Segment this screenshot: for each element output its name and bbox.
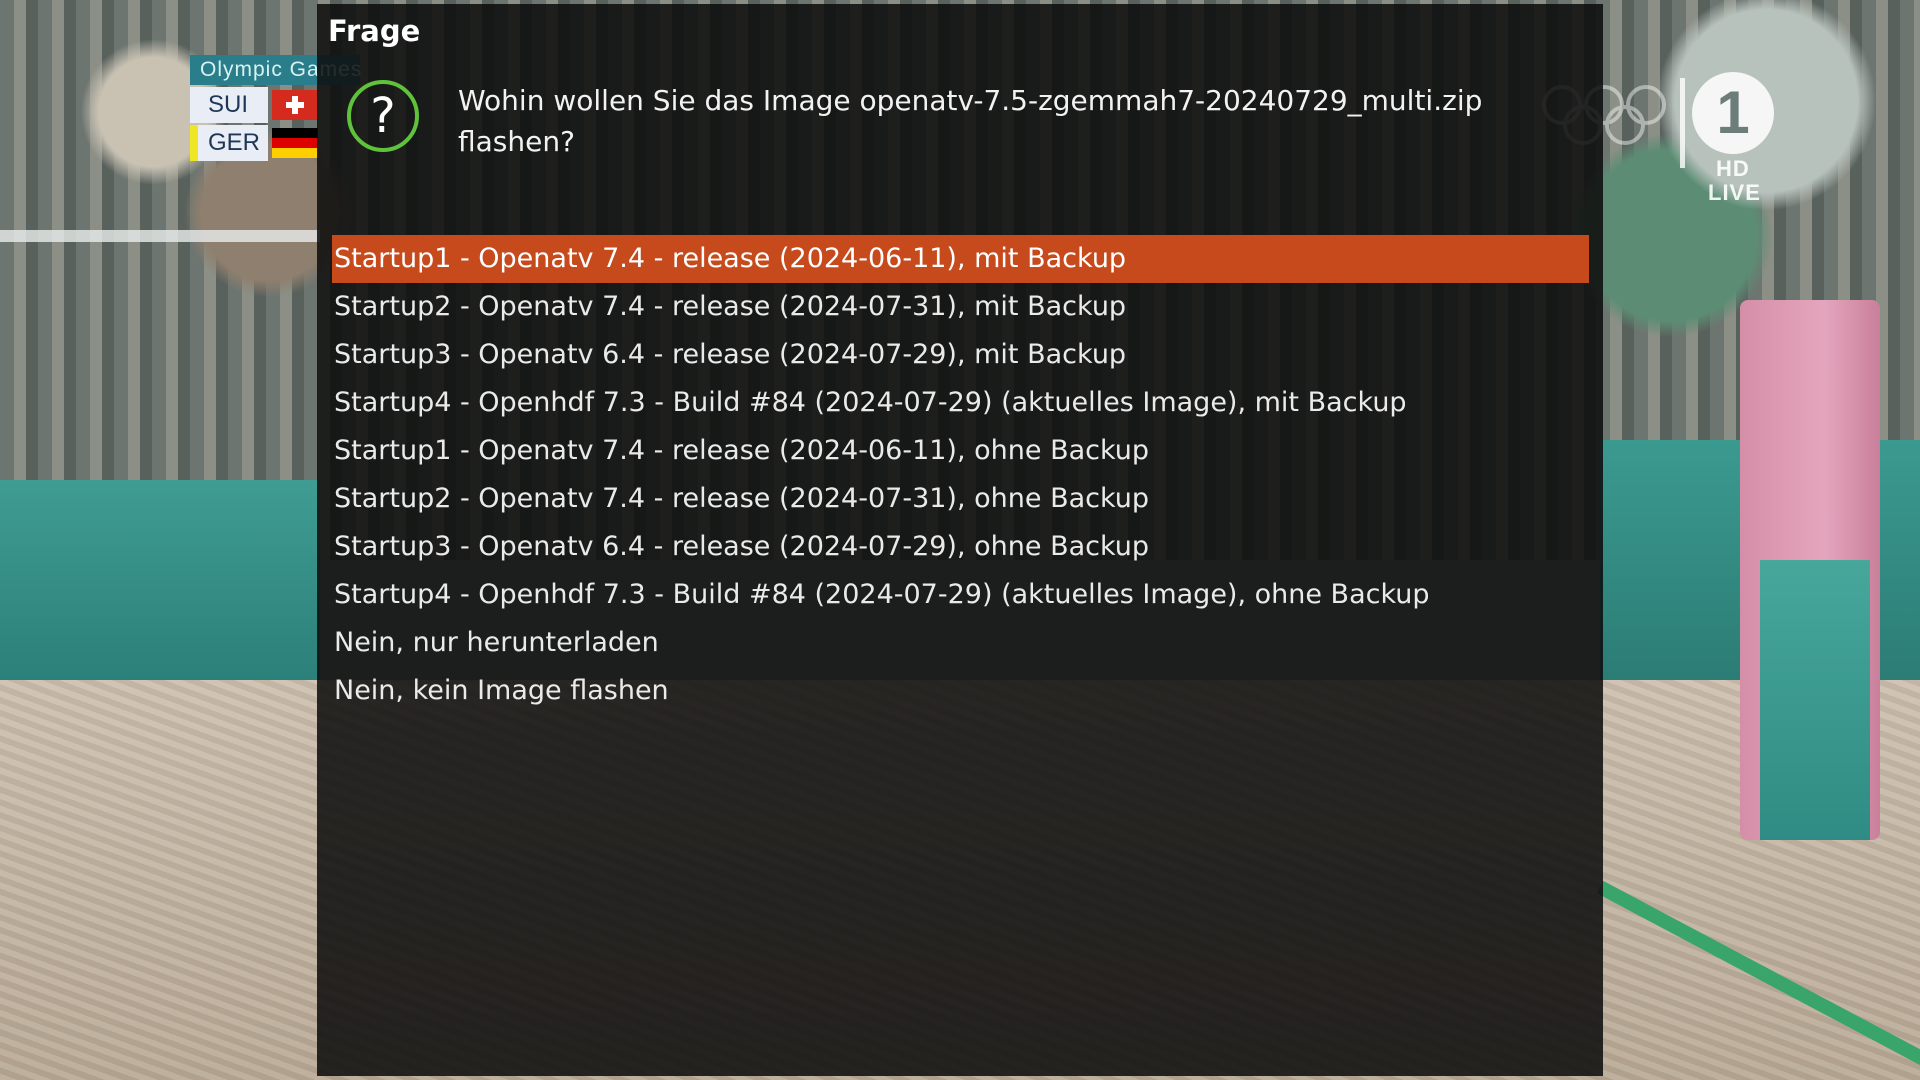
- team-accent: [190, 125, 198, 161]
- option-item[interactable]: Startup1 - Openatv 7.4 - release (2024-0…: [332, 427, 1589, 475]
- option-item[interactable]: Startup4 - Openhdf 7.3 - Build #84 (2024…: [332, 571, 1589, 619]
- option-item[interactable]: Startup2 - Openatv 7.4 - release (2024-0…: [332, 283, 1589, 331]
- option-item[interactable]: Startup4 - Openhdf 7.3 - Build #84 (2024…: [332, 379, 1589, 427]
- advertising-board-left: [0, 480, 320, 690]
- german-flag-icon: [272, 128, 318, 158]
- dialog-title: Frage: [328, 14, 421, 48]
- question-icon: ?: [347, 80, 419, 152]
- team-code: SUI: [198, 87, 268, 123]
- option-item[interactable]: Startup3 - Openatv 6.4 - release (2024-0…: [332, 523, 1589, 571]
- option-list: Startup1 - Openatv 7.4 - release (2024-0…: [332, 235, 1589, 715]
- option-item[interactable]: Nein, nur herunterladen: [332, 619, 1589, 667]
- hd-label: HD: [1716, 156, 1750, 181]
- option-item[interactable]: Startup3 - Openatv 6.4 - release (2024-0…: [332, 331, 1589, 379]
- question-dialog: Frage ? Wohin wollen Sie das Image opena…: [317, 4, 1603, 1076]
- live-label: LIVE: [1708, 180, 1761, 205]
- net-pillar-base: [1760, 560, 1870, 840]
- question-text: Wohin wollen Sie das Image openatv-7.5-z…: [458, 84, 1483, 158]
- team-code: GER: [198, 125, 268, 161]
- swiss-flag-icon: [272, 90, 318, 120]
- channel-one-logo: 1: [1692, 72, 1774, 154]
- option-item[interactable]: Nein, kein Image flashen: [332, 667, 1589, 715]
- option-item[interactable]: Startup2 - Openatv 7.4 - release (2024-0…: [332, 475, 1589, 523]
- option-item[interactable]: Startup1 - Openatv 7.4 - release (2024-0…: [332, 235, 1589, 283]
- volleyball-net: [0, 230, 320, 242]
- team-accent: [190, 87, 198, 123]
- logo-separator: [1680, 78, 1685, 168]
